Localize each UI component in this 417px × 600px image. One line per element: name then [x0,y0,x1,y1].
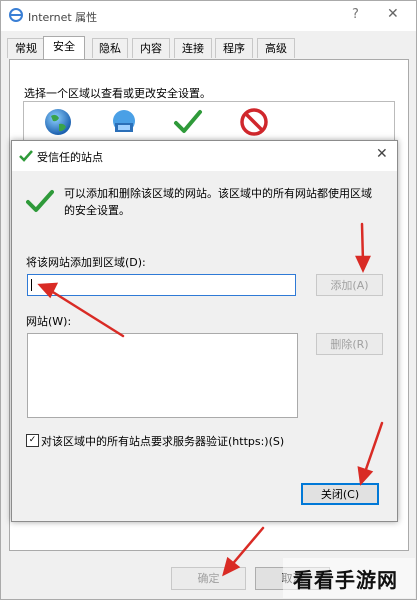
tab-advanced[interactable]: 高级 [257,38,295,58]
tab-privacy[interactable]: 隐私 [92,38,128,58]
close-icon[interactable]: ✕ [387,6,399,22]
zone-list [23,101,395,142]
ok-button[interactable]: 确定 [171,567,246,590]
tab-content[interactable]: 内容 [132,38,170,58]
https-label: 对该区域中的所有站点要求服务器验证(https:)(S) [41,435,285,448]
dialog-title-bar: 受信任的站点 ✕ [12,141,397,171]
watermark: 看看手游网 [283,558,415,598]
close-button[interactable]: 关闭(C) [301,483,379,505]
title-bar: Internet 属性 ? ✕ [1,1,416,31]
https-checkbox[interactable]: ✓ [26,434,39,447]
tab-connections[interactable]: 连接 [174,38,212,58]
internet-explorer-icon [9,8,23,22]
sites-label: 网站(W): [26,315,72,328]
trusted-sites-icon [19,150,33,162]
site-url-input[interactable] [27,274,296,296]
trusted-check-icon [26,190,54,212]
dialog-close-icon[interactable]: ✕ [376,146,388,162]
internet-globe-icon[interactable] [43,107,73,137]
tab-programs[interactable]: 程序 [215,38,253,58]
zone-prompt: 选择一个区域以查看或更改安全设置。 [24,87,211,100]
help-button[interactable]: ? [352,7,359,22]
tab-general[interactable]: 常规 [7,38,45,58]
dialog-title: 受信任的站点 [37,151,103,164]
remove-button[interactable]: 删除(R) [316,333,383,355]
add-site-label: 将该网站添加到区域(D): [26,256,146,269]
restricted-sites-icon[interactable] [239,107,269,137]
trusted-sites-dialog: 受信任的站点 ✕ 可以添加和删除该区域的网站。该区域中的所有网站都使用区域的安全… [11,140,398,522]
dialog-description: 可以添加和删除该区域的网站。该区域中的所有网站都使用区域的安全设置。 [64,187,372,217]
text-caret [31,279,32,291]
add-button[interactable]: 添加(A) [316,274,383,296]
window-title: Internet 属性 [28,11,98,24]
trusted-sites-check-icon[interactable] [173,107,203,137]
local-intranet-icon[interactable] [109,107,139,137]
sites-list[interactable] [27,333,298,418]
watermark-text: 看看手游网 [293,568,398,592]
tab-security[interactable]: 安全 [43,36,85,59]
